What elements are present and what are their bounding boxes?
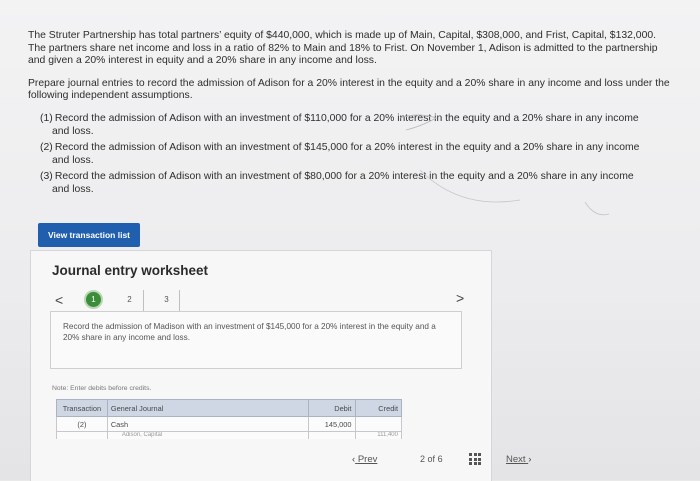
requirement-continuation: and loss. — [52, 183, 94, 195]
total-pages: 6 — [437, 454, 443, 464]
chevron-left-icon: ‹ — [352, 454, 356, 465]
page-indicator: 2 of 6 — [420, 454, 443, 464]
header-debit: Debit — [308, 399, 356, 417]
requirement-continuation: and loss. — [52, 125, 94, 137]
problem-intro: The Struter Partnership has total partne… — [28, 30, 658, 67]
tab-divider — [143, 290, 144, 312]
current-page: 2 — [420, 454, 426, 464]
header-credit: Credit — [354, 399, 402, 417]
account-select-input[interactable] — [110, 419, 306, 429]
transaction-cell — [56, 431, 108, 439]
header-transaction: Transaction — [56, 399, 108, 417]
requirement-list: (1) Record the admission of Adison with … — [28, 113, 673, 197]
credit-cell[interactable]: 111,400 — [354, 431, 402, 439]
journal-table-header-row: Transaction General Journal Debit Credit — [56, 399, 402, 417]
worksheet-title: Journal entry worksheet — [52, 263, 209, 278]
step-1-tab[interactable]: 1 — [84, 290, 103, 309]
worksheet-next-arrow[interactable]: > — [456, 290, 464, 306]
table-row: (2) — [56, 416, 402, 432]
step-3-tab[interactable]: 3 — [159, 292, 174, 307]
grid-icon[interactable] — [469, 453, 481, 465]
worksheet-instruction-text: Record the admission of Madison with an … — [63, 322, 436, 342]
debit-input[interactable] — [312, 419, 352, 429]
debit-cell[interactable] — [308, 431, 356, 439]
transaction-cell: (2) — [56, 416, 108, 432]
worksheet-instruction-box: Record the admission of Madison with an … — [50, 311, 462, 369]
requirement-number: (3) — [40, 171, 53, 183]
worksheet-prev-arrow[interactable]: < — [55, 292, 63, 308]
table-row: Adison, Capital 111,400 — [56, 431, 402, 439]
requirement-number: (2) — [40, 142, 53, 154]
step-2-tab[interactable]: 2 — [122, 292, 137, 307]
problem-statement: The Struter Partnership has total partne… — [28, 30, 673, 201]
tab-divider — [179, 290, 180, 312]
requirement-item: (1) Record the admission of Adison with … — [40, 113, 673, 138]
account-cell[interactable] — [106, 416, 310, 432]
view-transaction-list-button[interactable]: View transaction list — [38, 223, 140, 247]
requirement-continuation: and loss. — [52, 154, 94, 166]
credit-input[interactable] — [358, 419, 398, 429]
requirement-text: Record the admission of Adison with an i… — [54, 112, 639, 124]
header-general-journal: General Journal — [106, 399, 310, 417]
requirement-item: (2) Record the admission of Adison with … — [40, 142, 673, 167]
debit-credit-note: Note: Enter debits before credits. — [52, 385, 152, 392]
page-background: The Struter Partnership has total partne… — [0, 0, 700, 481]
journal-entry-table: Transaction General Journal Debit Credit… — [56, 399, 402, 439]
prev-label: Prev — [357, 454, 378, 465]
page-of-label: of — [427, 454, 436, 464]
requirement-text: Record the admission of Adison with an i… — [54, 171, 634, 183]
prev-page-link[interactable]: ‹ Prev — [352, 454, 377, 465]
problem-prompt: Prepare journal entries to record the ad… — [28, 77, 670, 102]
account-cell[interactable]: Adison, Capital — [106, 431, 310, 439]
requirement-number: (1) — [40, 112, 53, 124]
requirement-item: (3) Record the admission of Adison with … — [40, 171, 673, 196]
next-label: Next — [506, 454, 526, 465]
credit-cell[interactable] — [354, 416, 402, 432]
requirement-text: Record the admission of Adison with an i… — [54, 142, 640, 154]
debit-cell[interactable] — [308, 416, 356, 432]
chevron-right-icon: › — [528, 454, 532, 465]
journal-entry-worksheet: Journal entry worksheet < 1 2 3 > Record… — [30, 250, 492, 481]
next-page-link[interactable]: Next › — [506, 454, 531, 465]
